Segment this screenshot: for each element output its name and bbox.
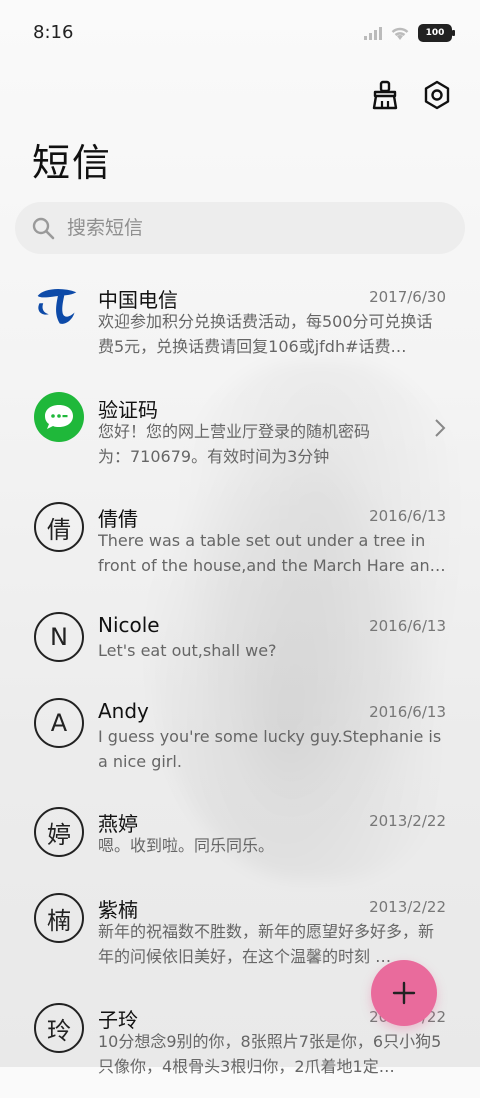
broom-icon — [372, 80, 398, 110]
plus-icon — [392, 981, 416, 1005]
message-preview: There was a table set out under a tree i… — [98, 531, 446, 575]
status-bar: 8:16 100 — [0, 0, 480, 68]
telecom-logo-avatar — [34, 283, 80, 329]
message-date: 2013/2/22 — [369, 812, 446, 830]
list-item[interactable]: 倩 倩倩 2016/6/13 There was a table set out… — [0, 487, 480, 597]
contact-avatar: 倩 — [34, 502, 84, 552]
contact-avatar: 玲 — [34, 1003, 84, 1053]
list-item[interactable]: N Nicole 2016/6/13 Let's eat out,shall w… — [0, 597, 480, 683]
battery-level: 100 — [425, 28, 445, 38]
message-preview: 嗯。收到啦。同乐同乐。 — [98, 836, 275, 855]
message-preview: Let's eat out,shall we? — [98, 641, 277, 660]
list-item[interactable]: 验证码 您好！您的网上营业厅登录的随机密码为：710679。有效时间为3分钟 — [0, 378, 480, 487]
contact-avatar: 楠 — [34, 893, 84, 943]
sender-name: Andy — [98, 699, 149, 723]
signal-icon — [364, 27, 382, 40]
message-bubble-icon — [45, 405, 73, 429]
telecom-logo-icon — [37, 288, 77, 324]
top-actions — [368, 78, 454, 112]
message-preview: I guess you're some lucky guy.Stephanie … — [98, 727, 442, 771]
message-date: 2016/6/13 — [369, 703, 446, 721]
message-date: 2017/6/30 — [369, 288, 446, 306]
new-message-button[interactable] — [371, 960, 437, 1026]
gear-icon — [424, 80, 450, 110]
message-preview: 您好！您的网上营业厅登录的随机密码为：710679。有效时间为3分钟 — [98, 422, 371, 466]
wifi-icon — [391, 27, 409, 40]
chevron-right-icon[interactable] — [434, 418, 446, 438]
message-preview: 10分想念9别的你，8张照片7张是你，6只小狗5只像你，4根骨头3根归你，2爪着… — [98, 1032, 442, 1076]
settings-button[interactable] — [420, 78, 454, 112]
search-icon — [32, 217, 55, 240]
search-input[interactable] — [65, 216, 429, 240]
message-date: 2013/2/22 — [369, 898, 446, 916]
status-time: 8:16 — [33, 22, 74, 43]
page-title: 短信 — [32, 141, 113, 185]
list-item[interactable]: 婷 燕婷 2013/2/22 嗯。收到啦。同乐同乐。 — [0, 792, 480, 878]
message-bubble-avatar — [34, 392, 84, 442]
list-item[interactable]: A Andy 2016/6/13 I guess you're some luc… — [0, 683, 480, 792]
battery-icon: 100 — [418, 24, 455, 42]
message-preview: 欢迎参加积分兑换话费活动，每500分可兑换话费5元，兑换话费请回复106或jfd… — [98, 312, 433, 356]
contact-avatar: N — [34, 612, 84, 662]
message-date: 2016/6/13 — [369, 617, 446, 635]
sender-name: Nicole — [98, 613, 160, 637]
clean-button[interactable] — [368, 78, 402, 112]
message-date: 2016/6/13 — [369, 507, 446, 525]
status-icons: 100 — [364, 24, 455, 42]
search-bar[interactable] — [15, 202, 465, 254]
list-item[interactable]: 中国电信 2017/6/30 欢迎参加积分兑换话费活动，每500分可兑换话费5元… — [0, 268, 480, 378]
contact-avatar: 婷 — [34, 807, 84, 857]
contact-avatar: A — [34, 698, 84, 748]
